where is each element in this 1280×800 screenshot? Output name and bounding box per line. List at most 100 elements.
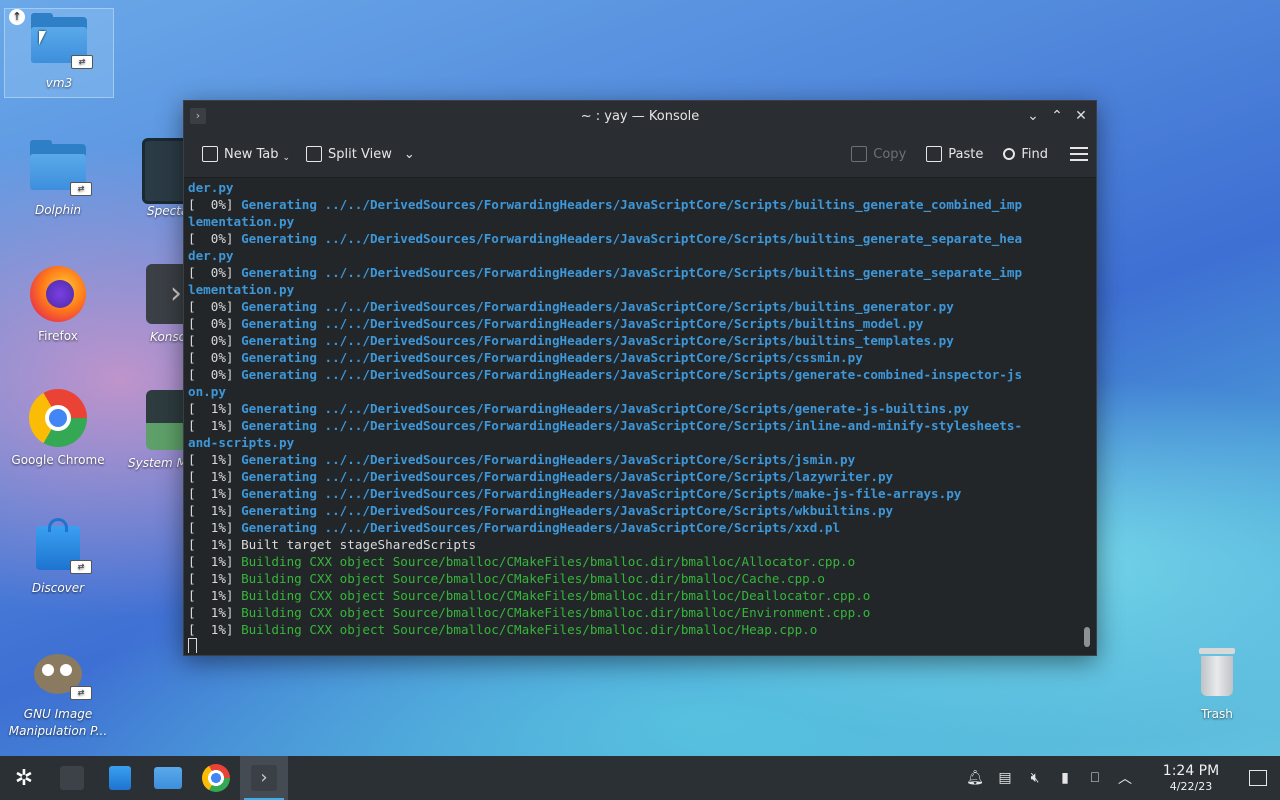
discover-bag-icon (109, 766, 131, 790)
folder-icon: ⇄ (26, 136, 92, 200)
mouse-pointer-icon (39, 31, 46, 45)
minimize-icon[interactable]: ⌄ (1024, 105, 1042, 127)
terminal-line-prefix: [ 0%] (188, 265, 242, 280)
input-method-icon[interactable]: ⎕ (1080, 770, 1110, 786)
desktop-icon-label: Specta (147, 204, 184, 218)
terminal-line-prefix: [ 1%] (188, 401, 242, 416)
terminal-line-text: Building CXX object Source/bmalloc/CMake… (241, 571, 825, 586)
terminal-line: [ 1%] Building CXX object Source/bmalloc… (188, 553, 1078, 570)
chevron-down-icon[interactable]: ⌄ (404, 147, 415, 162)
terminal-line-prefix: [ 1%] (188, 588, 242, 603)
terminal-line: [ 1%] Generating ../../DerivedSources/Fo… (188, 417, 1078, 434)
terminal-line-prefix: [ 0%] (188, 316, 242, 331)
gimp-icon: ⇄ (26, 640, 92, 704)
arrow-up-badge-icon[interactable]: ↑ (9, 9, 25, 25)
close-icon[interactable]: ✕ (1072, 105, 1090, 127)
terminal-line: [ 1%] Built target stageSharedScripts (188, 536, 1078, 553)
copy-button[interactable]: Copy (843, 139, 914, 169)
terminal-line: [ 0%] Generating ../../DerivedSources/Fo… (188, 315, 1078, 332)
link-badge-icon: ⇄ (70, 686, 92, 700)
terminal-line-prefix: [ 1%] (188, 554, 242, 569)
task-google-chrome[interactable] (192, 756, 240, 800)
desktop-icon-label: Discover (31, 581, 85, 595)
new-tab-label: New Tab (224, 146, 279, 162)
terminal-line-prefix: [ 1%] (188, 605, 242, 620)
terminal-scrollbar[interactable] (1084, 627, 1090, 647)
terminal-line: and-scripts.py (188, 434, 1078, 451)
terminal-line: [ 1%] Generating ../../DerivedSources/Fo… (188, 485, 1078, 502)
terminal-line-prefix: [ 0%] (188, 333, 242, 348)
paste-button[interactable]: Paste (918, 139, 991, 169)
terminal-line-text: der.py (188, 180, 234, 195)
maximize-icon[interactable]: ⌃ (1048, 105, 1066, 127)
terminal-line: [ 0%] Generating ../../DerivedSources/Fo… (188, 366, 1078, 383)
terminal-line-text: lementation.py (188, 214, 295, 229)
bell-icon[interactable]: 🔔︎ (960, 770, 990, 786)
task-discover[interactable] (96, 756, 144, 800)
konsole-app-icon[interactable]: › (190, 108, 206, 124)
desktop-icon-dolphin[interactable]: ⇄ Dolphin (4, 136, 112, 219)
chevron-down-icon: ⌄ (282, 153, 291, 163)
find-button[interactable]: Find (995, 139, 1056, 169)
task-system-settings[interactable] (48, 756, 96, 800)
terminal-line-prefix: [ 1%] (188, 452, 242, 467)
volume-muted-icon[interactable]: 🔇︎ (1020, 770, 1050, 786)
desktop-icon-discover[interactable]: ⇄ Discover (4, 514, 112, 597)
desktop-icon-system-monitor[interactable]: System M (126, 390, 184, 480)
desktop-icon-konsole[interactable]: › Konso (140, 264, 184, 354)
desktop-icon-firefox[interactable]: Firefox (4, 262, 112, 345)
terminal-line-prefix: [ 0%] (188, 231, 242, 246)
hamburger-menu-icon[interactable] (1070, 147, 1088, 161)
terminal-line: [ 0%] Generating ../../DerivedSources/Fo… (188, 332, 1078, 349)
desktop-icon-google-chrome[interactable]: Google Chrome (4, 386, 112, 469)
desktop-icon-gimp[interactable]: ⇄ GNU Image Manipulation P... (4, 640, 112, 740)
clipboard-icon[interactable]: ▤ (990, 770, 1020, 786)
chevron-up-icon[interactable]: ︿ (1110, 768, 1140, 788)
terminal-line: [ 1%] Generating ../../DerivedSources/Fo… (188, 502, 1078, 519)
task-dolphin[interactable] (144, 756, 192, 800)
terminal-line: [ 0%] Generating ../../DerivedSources/Fo… (188, 298, 1078, 315)
desktop-icon-trash[interactable]: Trash (1163, 640, 1271, 723)
terminal-line: [ 1%] Building CXX object Source/bmalloc… (188, 570, 1078, 587)
task-konsole[interactable]: › (240, 756, 288, 800)
konsole-window[interactable]: › ~ : yay — Konsole ⌄ ⌃ ✕ New Tab ⌄ Spli… (183, 100, 1097, 656)
link-badge-icon: ⇄ (70, 182, 92, 196)
desktop-icon-spectacle[interactable]: Specta (140, 138, 184, 228)
desktop-icon-vm3[interactable]: ↑ ⇄ vm3 (4, 8, 114, 98)
terminal-line-text: der.py (188, 248, 234, 263)
desktop-icon-label: Firefox (38, 329, 78, 343)
terminal-line-text: Generating ../../DerivedSources/Forwardi… (241, 350, 863, 365)
terminal-line-text: Generating ../../DerivedSources/Forwardi… (241, 265, 1023, 280)
find-label: Find (1021, 146, 1048, 162)
terminal-line: [ 1%] Generating ../../DerivedSources/Fo… (188, 468, 1078, 485)
terminal-prompt-line[interactable] (188, 638, 1078, 653)
desktop-icon-label: System M (128, 456, 184, 470)
konsole-icon: › (146, 264, 184, 324)
terminal-line: [ 1%] Generating ../../DerivedSources/Fo… (188, 400, 1078, 417)
new-tab-button[interactable]: New Tab ⌄ (194, 139, 298, 169)
window-titlebar[interactable]: › ~ : yay — Konsole ⌄ ⌃ ✕ (184, 101, 1096, 131)
terminal-line-text: on.py (188, 384, 226, 399)
show-desktop-button[interactable] (1236, 770, 1280, 786)
split-view-button[interactable]: Split View ⌄ (298, 139, 423, 169)
terminal-line-prefix: [ 1%] (188, 418, 242, 433)
window-title: ~ : yay — Konsole (580, 108, 700, 124)
settings-sliders-icon (60, 766, 84, 790)
paste-label: Paste (948, 146, 984, 162)
search-icon (1003, 148, 1016, 160)
digital-clock[interactable]: 1:24 PM 4/22/23 (1146, 763, 1236, 794)
terminal-line-prefix: [ 0%] (188, 350, 242, 365)
terminal-line-prefix: [ 0%] (188, 197, 242, 212)
terminal-output[interactable]: der.py [ 0%] Generating ../../DerivedSour… (188, 179, 1078, 653)
trash-icon (1185, 640, 1249, 704)
terminal-line-text: Generating ../../DerivedSources/Forwardi… (241, 197, 1023, 212)
desktop-icon-label: Google Chrome (11, 453, 105, 467)
terminal-line: lementation.py (188, 281, 1078, 298)
terminal-line-text: Building CXX object Source/bmalloc/CMake… (241, 622, 818, 637)
clock-date: 4/22/23 (1169, 779, 1213, 793)
konsole-icon: › (251, 765, 277, 791)
terminal-line-text: Generating ../../DerivedSources/Forwardi… (241, 316, 924, 331)
terminal-line-text: Building CXX object Source/bmalloc/CMake… (241, 588, 871, 603)
application-launcher-button[interactable]: ✲ (0, 756, 48, 800)
usb-icon[interactable]: ▮ (1050, 770, 1080, 786)
